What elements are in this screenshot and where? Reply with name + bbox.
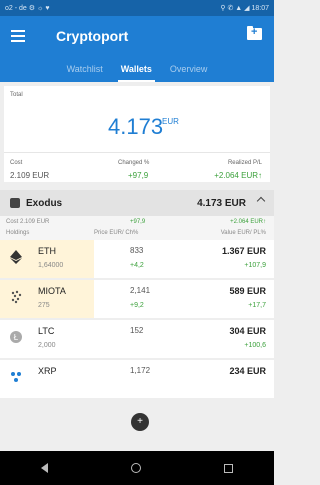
col-holdings: Holdings [6, 230, 30, 236]
cost-label: Cost [10, 160, 23, 166]
coin-value: 589 EUR [229, 286, 266, 296]
total-label: Total [10, 92, 23, 98]
coin-price: 2,141 [130, 286, 151, 295]
cost-value: 2.109 EUR [10, 171, 50, 180]
tab-watchlist[interactable]: Watchlist [58, 56, 112, 82]
realized-value: +2.064 EUR↑ [214, 171, 262, 180]
total-currency: EUR [162, 117, 179, 126]
coin-row-eth[interactable]: ETH 1,64000 833 +4,2 1.367 EUR +107,9 [0, 240, 274, 278]
status-bar: o2 - de ⚙ ☼ ♥ ⚲ ✆ ▲ ◢ 18:07 [0, 0, 274, 16]
realized-label: Realized P/L [227, 160, 262, 166]
iota-icon [11, 290, 22, 304]
back-icon[interactable] [41, 463, 49, 473]
coin-amount: 275 [38, 302, 50, 309]
coin-row-miota[interactable]: MIOTA 275 2,141 +9,2 589 EUR +17,7 [0, 280, 274, 318]
svg-text:Ł: Ł [14, 333, 19, 342]
coin-change: +9,2 [130, 302, 144, 309]
col-price: Price EUR/ Ch% [94, 230, 139, 236]
tab-wallets[interactable]: Wallets [112, 56, 161, 82]
changed-value: +97,9 [128, 171, 149, 180]
wallet-header[interactable]: Exodus 4.173 EUR [0, 190, 274, 216]
add-folder-icon[interactable] [247, 26, 262, 40]
coin-amount: 2,000 [38, 342, 56, 349]
chevron-up-icon[interactable] [256, 196, 266, 206]
coin-symbol: XRP [38, 366, 57, 376]
home-icon[interactable] [130, 463, 141, 473]
wallet-stats: Cost 2.109 EUR +97,9 +2.064 EUR↑ Holding… [0, 216, 274, 240]
coin-value: 304 EUR [229, 326, 266, 336]
coin-price: 1,172 [130, 366, 151, 375]
wallet-changed: +97,9 [130, 219, 146, 225]
recent-apps-icon[interactable] [223, 463, 233, 473]
coin-amount: 1,64000 [38, 262, 64, 269]
coin-pl: +100,6 [244, 342, 266, 349]
coin-change: +4,2 [130, 262, 144, 269]
tab-bar: Watchlist Wallets Overview [0, 56, 274, 82]
xrp-icon [11, 372, 21, 382]
changed-label: Changed % [118, 160, 150, 166]
summary-card: Total 4.173 EUR Cost 2.109 EUR Changed %… [4, 86, 270, 182]
wallet-cost: Cost 2.109 EUR [6, 219, 50, 225]
total-value: 4.173 [108, 114, 164, 139]
coin-price: 152 [130, 326, 144, 335]
wallet-name: Exodus [26, 197, 63, 209]
coin-symbol: LTC [38, 326, 55, 336]
coin-value: 234 EUR [229, 366, 266, 376]
status-left: o2 - de ⚙ ☼ ♥ [5, 5, 50, 12]
add-button[interactable]: + [131, 413, 149, 431]
eth-icon [10, 250, 22, 264]
status-right: ⚲ ✆ ▲ ◢ 18:07 [220, 5, 269, 12]
coin-pl: +107,9 [244, 262, 266, 269]
app-bar: Cryptoport [0, 16, 274, 56]
navigation-bar [0, 451, 274, 485]
divider [4, 152, 270, 153]
coin-row-xrp[interactable]: XRP 1,172 234 EUR [0, 360, 274, 398]
wallet-icon [10, 198, 20, 208]
coin-symbol: ETH [38, 246, 56, 256]
coin-row-ltc[interactable]: Ł LTC 2,000 152 304 EUR +100,6 [0, 320, 274, 358]
coin-price: 833 [130, 246, 144, 255]
coin-value: 1.367 EUR [221, 246, 266, 256]
coin-pl: +17,7 [248, 302, 266, 309]
wallet-pl: +2.064 EUR↑ [230, 219, 266, 225]
wallet-total: 4.173 EUR [197, 197, 246, 209]
col-value: Value EUR/ PL% [220, 230, 266, 236]
app-title: Cryptoport [56, 28, 129, 44]
coin-symbol: MIOTA [38, 286, 66, 296]
ltc-icon: Ł [10, 331, 22, 343]
tab-overview[interactable]: Overview [161, 56, 217, 82]
menu-icon[interactable] [8, 25, 30, 47]
